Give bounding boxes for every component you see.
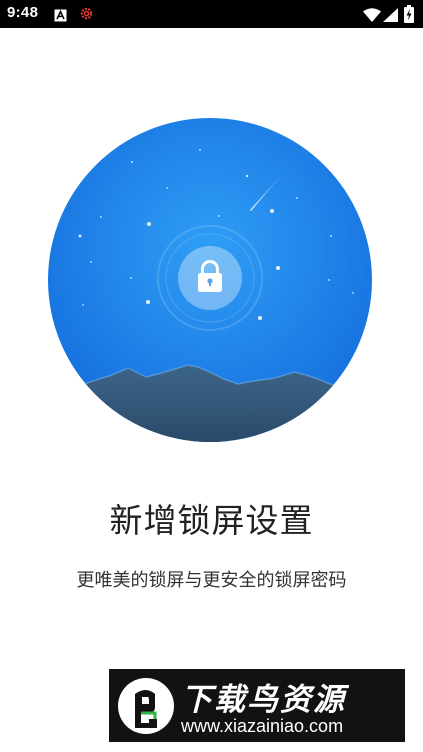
page-title: 新增锁屏设置 [109,501,314,540]
wifi-icon [363,7,381,26]
bird-logo-icon [117,677,175,735]
font-a-icon [54,7,67,26]
signal-icon [383,7,398,26]
watermark-url: www.xiazainiao.com [181,716,344,736]
battery-charging-icon [404,5,414,27]
lockscreen-illustration [48,118,372,442]
status-time: 9:48 [7,4,39,21]
page-subtitle: 更唯美的锁屏与更安全的锁屏密码 [76,570,347,591]
watermark-banner: 下载鸟资源 www.xiazainiao.com [109,669,405,742]
settings-gear-icon [79,6,94,25]
status-bar: 9:48 [0,0,423,28]
watermark-title: 下载鸟资源 [181,682,346,718]
